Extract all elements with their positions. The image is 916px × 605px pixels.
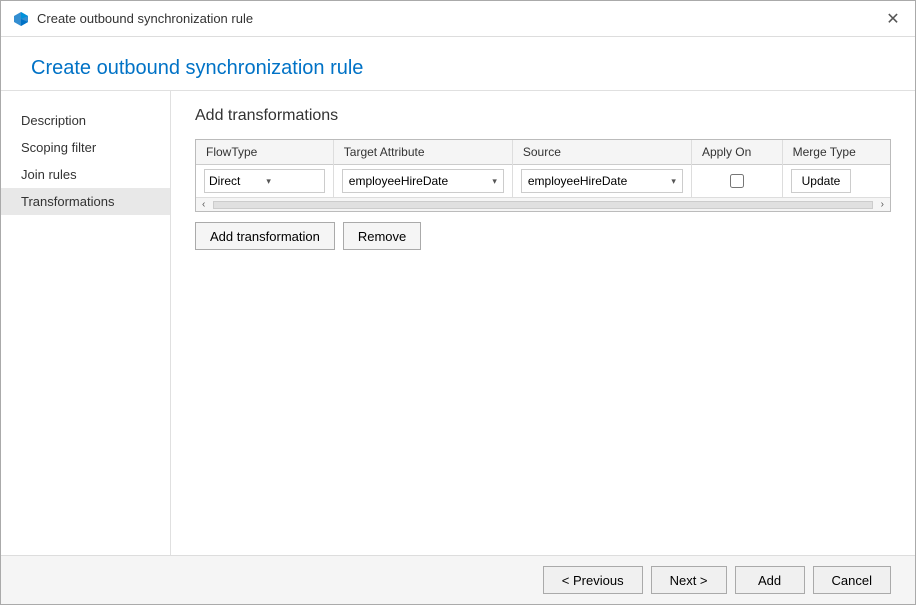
col-flow-type: FlowType — [196, 140, 333, 165]
title-bar-left: Create outbound synchronization rule — [13, 11, 253, 27]
flow-type-cell: Direct ▾ — [196, 165, 333, 198]
sidebar-item-transformations[interactable]: Transformations — [1, 188, 170, 215]
scroll-right-icon[interactable]: › — [877, 199, 888, 210]
dialog: Create outbound synchronization rule ✕ C… — [0, 0, 916, 605]
target-attribute-value: employeeHireDate — [349, 174, 448, 188]
source-chevron: ▾ — [671, 176, 676, 187]
sidebar-item-description[interactable]: Description — [1, 107, 170, 134]
title-bar: Create outbound synchronization rule ✕ — [1, 1, 915, 37]
target-attribute-chevron: ▾ — [492, 176, 497, 187]
previous-button[interactable]: < Previous — [543, 566, 643, 594]
footer: < Previous Next > Add Cancel — [1, 555, 915, 604]
remove-button[interactable]: Remove — [343, 222, 421, 250]
col-merge-type: Merge Type — [782, 140, 890, 165]
scroll-track[interactable] — [213, 201, 872, 209]
section-title: Add transformations — [195, 107, 891, 125]
add-transformation-button[interactable]: Add transformation — [195, 222, 335, 250]
horizontal-scrollbar[interactable]: ‹ › — [196, 197, 890, 211]
transformations-table-container: FlowType Target Attribute Source Apply O… — [195, 139, 891, 212]
page-title: Create outbound synchronization rule — [31, 57, 885, 80]
sidebar: Description Scoping filter Join rules Tr… — [1, 91, 171, 555]
flow-type-select[interactable]: Direct ▾ — [204, 169, 325, 193]
transformations-table: FlowType Target Attribute Source Apply O… — [196, 140, 890, 197]
dialog-header: Create outbound synchronization rule — [1, 37, 915, 91]
table-row: Direct ▾ employeeHireDate ▾ — [196, 165, 890, 198]
source-value: employeeHireDate — [528, 174, 627, 188]
action-buttons: Add transformation Remove — [195, 222, 891, 250]
dialog-title: Create outbound synchronization rule — [37, 11, 253, 26]
col-apply-once: Apply On — [691, 140, 782, 165]
source-select[interactable]: employeeHireDate ▾ — [521, 169, 683, 193]
flow-type-value: Direct — [209, 174, 262, 188]
apply-once-checkbox-container — [700, 174, 774, 188]
merge-type-cell: Update — [782, 165, 890, 198]
main-content: Add transformations FlowType Target Attr… — [171, 91, 915, 555]
app-icon — [13, 11, 29, 27]
sidebar-item-join-rules[interactable]: Join rules — [1, 161, 170, 188]
col-target-attribute: Target Attribute — [333, 140, 512, 165]
table-header-row: FlowType Target Attribute Source Apply O… — [196, 140, 890, 165]
close-icon: ✕ — [886, 9, 899, 29]
target-attribute-select[interactable]: employeeHireDate ▾ — [342, 169, 504, 193]
cancel-button[interactable]: Cancel — [813, 566, 891, 594]
close-button[interactable]: ✕ — [883, 9, 903, 29]
sidebar-item-scoping-filter[interactable]: Scoping filter — [1, 134, 170, 161]
source-cell: employeeHireDate ▾ — [512, 165, 691, 198]
apply-once-checkbox[interactable] — [730, 174, 744, 188]
apply-once-cell — [691, 165, 782, 198]
content-area: Description Scoping filter Join rules Tr… — [1, 91, 915, 555]
scroll-left-icon[interactable]: ‹ — [198, 199, 209, 210]
add-button[interactable]: Add — [735, 566, 805, 594]
flow-type-chevron: ▾ — [266, 176, 319, 187]
merge-type-button[interactable]: Update — [791, 169, 852, 193]
target-attribute-cell: employeeHireDate ▾ — [333, 165, 512, 198]
col-source: Source — [512, 140, 691, 165]
next-button[interactable]: Next > — [651, 566, 727, 594]
